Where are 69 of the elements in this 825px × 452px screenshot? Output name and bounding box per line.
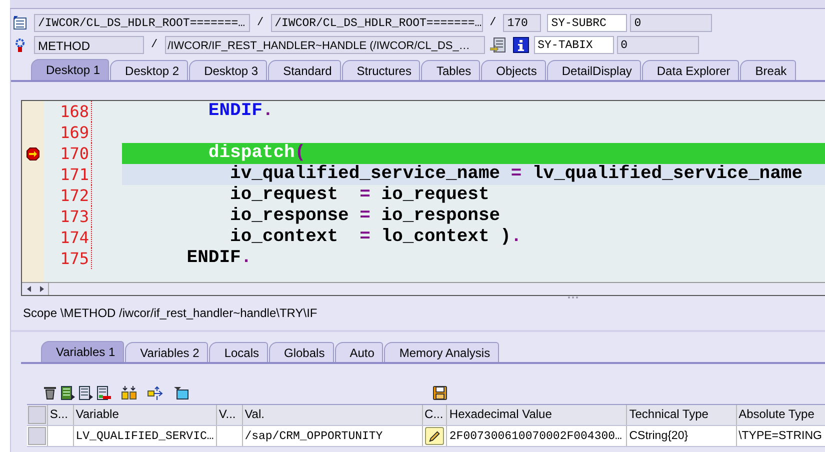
- separator: /: [256, 17, 265, 29]
- splitter-handle[interactable]: [567, 296, 579, 299]
- arrows-icon[interactable]: [147, 386, 163, 400]
- include-field[interactable]: /IWCOR/CL_DS_HDLR_ROOT=======…: [270, 14, 483, 32]
- column-header[interactable]: Val.: [242, 405, 422, 425]
- code-line: io_response = io_response: [229, 206, 502, 227]
- system-field-value[interactable]: 0: [630, 14, 712, 32]
- line-number: 170: [44, 143, 92, 164]
- scope-text: Scope \METHOD /iwcor/if_rest_handler~handle\TRY\IF: [22, 305, 318, 322]
- desktop-tab[interactable]: Standard: [268, 60, 341, 80]
- variables-tab[interactable]: Locals: [209, 342, 268, 362]
- desktop-tab[interactable]: Data Explorer: [642, 60, 740, 80]
- table-cell: \TYPE=STRING: [736, 426, 825, 446]
- delete-icon[interactable]: [43, 386, 57, 400]
- navigate-icon[interactable]: [490, 37, 506, 53]
- desktop-tab[interactable]: Objects: [481, 60, 546, 80]
- code-line: ENDIF.: [186, 248, 253, 269]
- desktop-tab[interactable]: Desktop 2: [110, 60, 188, 80]
- separator: /: [488, 17, 498, 29]
- code-line: io_context = lo_context ).: [229, 227, 523, 248]
- separator: /: [150, 39, 159, 51]
- variables-tab[interactable]: Variables 2: [125, 342, 208, 362]
- line-number: 171: [44, 164, 92, 185]
- column-header[interactable]: V...: [216, 405, 242, 425]
- column-header[interactable]: Absolute Type: [736, 405, 825, 425]
- desktop-tab[interactable]: Break: [740, 60, 796, 80]
- line-number: 168: [44, 101, 92, 122]
- variables-tab[interactable]: Globals: [269, 342, 334, 362]
- system-field-value[interactable]: 0: [616, 36, 699, 54]
- gear-icon: [13, 38, 27, 52]
- table-cell: LV_QUALIFIED_SERVIC…: [72, 426, 216, 446]
- line-number: 174: [44, 227, 92, 248]
- program-field[interactable]: /IWCOR/CL_DS_HDLR_ROOT=======…: [34, 14, 250, 32]
- system-field-name[interactable]: SY-SUBRC: [547, 14, 628, 32]
- program-icon: [13, 16, 27, 30]
- code-line: io_request = io_request: [229, 185, 490, 206]
- event-type-field[interactable]: METHOD: [34, 36, 144, 54]
- desktop-tab[interactable]: Desktop 1: [31, 59, 110, 80]
- edit-button[interactable]: [424, 427, 444, 445]
- table-cell: 2F007300610070002F004300…: [446, 426, 626, 446]
- list-remove-icon[interactable]: [97, 386, 111, 400]
- breakpoint-icon[interactable]: [26, 146, 40, 160]
- table-cell: /sap/CRM_OPPORTUNITY: [242, 426, 422, 446]
- line-number: 172: [44, 185, 92, 206]
- desktop-tab[interactable]: DetailDisplay: [546, 60, 641, 80]
- pencil-icon: [428, 430, 441, 442]
- code-line: ENDIF.: [207, 101, 274, 122]
- line-field[interactable]: 170: [503, 14, 542, 32]
- column-header[interactable]: S...: [46, 405, 73, 425]
- squares-icon[interactable]: [121, 386, 137, 400]
- column-header[interactable]: Hexadecimal Value: [446, 405, 626, 425]
- desktop-tab[interactable]: Desktop 3: [189, 60, 268, 80]
- column-header[interactable]: Variable: [72, 405, 216, 425]
- save-icon[interactable]: [433, 386, 447, 400]
- column-header[interactable]: C...: [422, 405, 446, 425]
- line-number: 173: [44, 206, 92, 227]
- table-cell: CString{20}: [626, 426, 736, 446]
- system-field-name[interactable]: SY-TABIX: [534, 36, 614, 54]
- desktop-tab[interactable]: Tables: [421, 60, 480, 80]
- column-header[interactable]: Technical Type: [626, 405, 736, 425]
- box-icon[interactable]: [173, 386, 189, 400]
- line-number: 169: [44, 122, 92, 143]
- variables-tab[interactable]: Memory Analysis: [384, 342, 500, 362]
- info-icon[interactable]: [512, 37, 529, 53]
- variables-tab[interactable]: Auto: [334, 342, 384, 362]
- line-number: 175: [44, 248, 92, 269]
- event-field[interactable]: /IWCOR/IF_REST_HANDLER~HANDLE (/IWCOR/CL_DS_…: [164, 36, 485, 54]
- desktop-tab[interactable]: Structures: [342, 60, 420, 80]
- variables-tab[interactable]: Variables 1: [41, 341, 124, 362]
